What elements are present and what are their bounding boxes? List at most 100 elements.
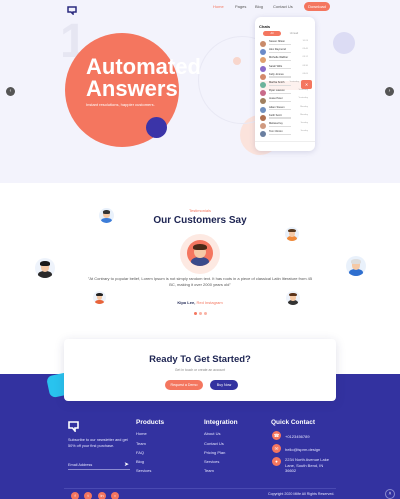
- contact-email[interactable]: hello@lsprm.design: [285, 447, 320, 452]
- contact-name: Melissa Fey: [269, 122, 283, 125]
- testimonials-kicker: Testimonials: [188, 208, 211, 213]
- avatar: [260, 49, 266, 56]
- request-demo-button[interactable]: Request a Demo: [165, 380, 203, 390]
- contact-phone[interactable]: +0123456789: [285, 434, 310, 439]
- contact-name: Jesse Peter: [269, 97, 283, 101]
- hero-title-line2: Answers: [86, 76, 178, 101]
- nav-home[interactable]: Home: [213, 4, 224, 9]
- email-icon: ✉: [272, 444, 281, 453]
- hero-subtitle: Instant resolutions, happier customers.: [86, 102, 155, 107]
- message-preview-line: [269, 76, 291, 78]
- logo-icon: [67, 6, 77, 16]
- testimonial-author: Kipo Lee,: [177, 300, 196, 305]
- phone-mockup: Chats All Unread Steven Nilson 10:24 Alex …: [255, 17, 315, 151]
- nav-blog[interactable]: Blog: [255, 4, 263, 9]
- contact-time: Monday: [300, 113, 308, 116]
- contact-name: Ryan Lawson: [269, 89, 285, 93]
- twitter-icon[interactable]: t: [84, 492, 92, 499]
- customer-avatar-main[interactable]: [187, 240, 213, 266]
- testimonial-author-role: Red Instagram: [196, 300, 223, 305]
- instagram-icon[interactable]: ○: [111, 492, 119, 499]
- footer-link[interactable]: About Us: [204, 431, 220, 436]
- footer-logo[interactable]: [68, 419, 80, 434]
- message-preview-line: [269, 51, 291, 53]
- footer-link[interactable]: Home: [136, 431, 147, 436]
- footer-link[interactable]: Services: [204, 459, 219, 464]
- contact-time: 09:40: [302, 48, 308, 51]
- contact-time: 09:12: [302, 56, 308, 59]
- message-preview-line: [269, 84, 291, 86]
- scroll-top-button[interactable]: ˄: [385, 489, 395, 499]
- customer-avatar[interactable]: [285, 227, 299, 241]
- avatar: [260, 57, 266, 64]
- download-button[interactable]: Download: [304, 2, 330, 11]
- newsletter-email-input[interactable]: Email Address ➤: [68, 461, 130, 470]
- customer-avatar[interactable]: [346, 256, 366, 276]
- swipe-delete-action[interactable]: ✕: [301, 80, 312, 89]
- contact-time: Yesterday: [298, 97, 308, 100]
- contact-name: Steven Nilson: [269, 40, 286, 43]
- customer-avatar[interactable]: [35, 258, 55, 278]
- footer-divider: [64, 488, 336, 489]
- site-logo[interactable]: [67, 2, 78, 16]
- cta-heading: Ready To Get Started?: [149, 354, 251, 365]
- quick-contact-title: Quick Contact: [271, 419, 316, 426]
- tab-all-label: All: [270, 32, 274, 35]
- message-preview-line: [269, 59, 291, 62]
- contact-name: Keith Scott: [269, 113, 282, 117]
- testimonial-author-line: Kipo Lee, Red Instagram: [0, 300, 400, 305]
- customer-avatar[interactable]: [99, 208, 114, 223]
- message-preview-line: [269, 125, 291, 127]
- linkedin-icon[interactable]: in: [98, 492, 106, 499]
- carousel-dot[interactable]: [194, 312, 197, 315]
- message-preview-line: [269, 92, 291, 94]
- avatar: [260, 82, 266, 88]
- tab-all[interactable]: All: [263, 31, 281, 36]
- contact-time: Yesterday: [298, 89, 308, 92]
- footer-link[interactable]: Pricing Plan: [204, 450, 225, 455]
- hero-purple-dot: [146, 117, 167, 138]
- carousel-dot[interactable]: [199, 312, 202, 315]
- contact-name: Sarah Wills: [269, 64, 283, 68]
- chevron-up-icon: ˄: [388, 491, 392, 497]
- nav-contact[interactable]: Contact Us: [273, 4, 293, 9]
- chevron-right-icon: ›: [388, 88, 391, 94]
- footer-link[interactable]: Contact Us: [204, 441, 224, 446]
- contact-time: Yesterday: [289, 81, 299, 83]
- contact-time: 10:24: [302, 40, 308, 42]
- avatar: [260, 41, 266, 47]
- nav-pages[interactable]: Pages: [235, 4, 246, 9]
- footer-link[interactable]: Services: [136, 468, 151, 473]
- tab-unread[interactable]: Unread: [285, 31, 303, 36]
- message-preview-line: [269, 43, 291, 45]
- request-demo-label: Request a Demo: [170, 383, 198, 387]
- footer-link[interactable]: Team: [204, 468, 214, 473]
- slider-next-button[interactable]: ›: [385, 87, 394, 96]
- footer-link[interactable]: Team: [136, 441, 146, 446]
- phone-icon: ☎: [272, 431, 281, 440]
- send-icon[interactable]: ➤: [124, 461, 129, 468]
- decor-circle: [333, 32, 355, 54]
- slider-prev-button[interactable]: ‹: [6, 87, 15, 96]
- contact-name: Alex Raymond: [269, 48, 286, 52]
- message-preview-line: [269, 68, 291, 70]
- footer-link[interactable]: FAQ: [136, 450, 144, 455]
- avatar: [260, 98, 266, 105]
- testimonial-quote: "At Contrary to popular belief, Lorem Ip…: [87, 276, 313, 287]
- carousel-dot[interactable]: [204, 312, 207, 315]
- contact-time: 08:05: [302, 72, 308, 75]
- tab-unread-label: Unread: [289, 32, 299, 35]
- integration-title: Integration: [204, 419, 238, 426]
- facebook-icon[interactable]: f: [71, 492, 79, 499]
- phone-title: Chats: [259, 24, 271, 29]
- contact-row[interactable]: Tom Clinton Sunday: [260, 130, 310, 139]
- location-icon: ●: [272, 457, 281, 466]
- contact-time: Monday: [300, 105, 308, 108]
- message-preview-line: [269, 100, 291, 103]
- footer-link[interactable]: Blog: [136, 459, 144, 464]
- contact-address: 2234 North Avenue Lake Lane, South Bend,…: [285, 457, 329, 473]
- contact-name: Adam Steven: [269, 105, 285, 109]
- buy-now-button[interactable]: Buy Now: [210, 380, 238, 390]
- cta-subtitle: Get in touch or create an account: [174, 368, 226, 372]
- email-placeholder: Email Address: [68, 463, 93, 467]
